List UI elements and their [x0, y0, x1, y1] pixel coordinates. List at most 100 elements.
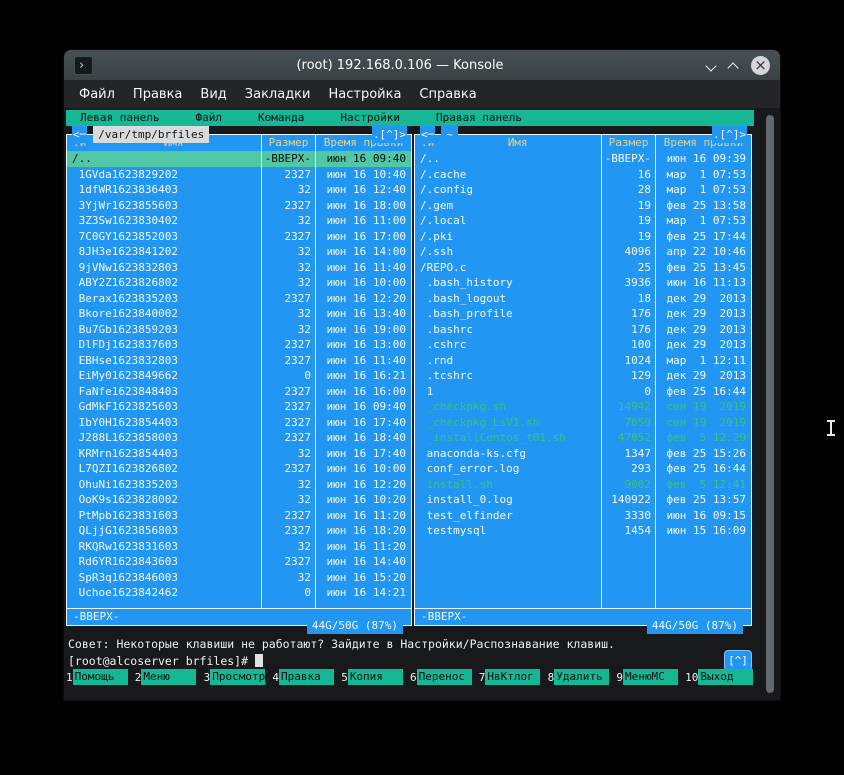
file-name: 7C0GY1623852003	[67, 229, 261, 245]
file-row[interactable]: KRMrn162385440332июн 16 17:40	[67, 446, 411, 462]
fkey-9[interactable]: 9МенюМС	[616, 668, 685, 686]
file-row[interactable]: 8JH3e162384120232июн 16 14:00	[67, 244, 411, 260]
file-row[interactable]: ABY2Z162382680232июн 16 10:00	[67, 275, 411, 291]
file-row[interactable]: anaconda-ks.cfg1347фев 25 15:26	[415, 446, 751, 462]
left-panel-path[interactable]: /var/tmp/brfiles	[93, 126, 209, 143]
file-row[interactable]: Bkore162384000232июн 16 13:40	[67, 306, 411, 322]
minimize-icon[interactable]	[707, 60, 717, 70]
file-mtime: июн 16 09:15	[655, 508, 751, 524]
file-row[interactable]: OoK9s162382800232июн 16 10:20	[67, 492, 411, 508]
file-row[interactable]: .bash_profile176дек 29 2013	[415, 306, 751, 322]
panel-corner-icon[interactable]: .[^]>	[712, 126, 747, 143]
file-row[interactable]: /.pki19фев 25 17:44	[415, 229, 751, 245]
file-row[interactable]: 7C0GY16238520032327июн 16 17:00	[67, 229, 411, 245]
mouse-cursor-ibeam	[826, 420, 835, 438]
mc-menubar: Левая панель Файл Команда Настройки Правая п…	[66, 110, 754, 126]
file-row[interactable]: .tcshrc129дек 29 2013	[415, 368, 751, 384]
file-row[interactable]: /REPO.c25фев 25 13:45	[415, 260, 751, 276]
file-row[interactable]: IbY0H16238544032327июн 16 17:40	[67, 415, 411, 431]
file-name: QLjjG1623856803	[67, 523, 261, 539]
file-row[interactable]: /..-ВВЕРХ-июн 16 09:40	[67, 151, 411, 167]
fkey-4[interactable]: 4Правка	[272, 668, 341, 686]
file-row[interactable]: FaNfe16238484032327июн 16 16:00	[67, 384, 411, 400]
file-row[interactable]: EBHse16238328032327июн 16 11:40	[67, 353, 411, 369]
file-size: 140922	[601, 492, 655, 508]
file-row[interactable]: .cshrc100дек 29 2013	[415, 337, 751, 353]
file-row[interactable]: testmysql1454июн 15 16:09	[415, 523, 751, 539]
file-row[interactable]: Uchoe16238424620июн 16 14:21	[67, 585, 411, 601]
file-name: IbY0H1623854403	[67, 415, 261, 431]
file-row[interactable]: /.cache16мар 1 07:53	[415, 167, 751, 183]
file-mtime: июн 16 10:20	[315, 492, 411, 508]
file-row[interactable]: 1GVda16238292022327июн 16 10:40	[67, 167, 411, 183]
file-row[interactable]: 9jVNw162383280332июн 16 11:40	[67, 260, 411, 276]
file-row[interactable]: Bu7Gb162385920332июн 16 19:00	[67, 322, 411, 338]
file-row[interactable]: conf_error.log293фев 25 16:44	[415, 461, 751, 477]
history-left-icon[interactable]: <─	[420, 126, 435, 143]
file-row[interactable]: .bash_history3936июн 16 11:13	[415, 275, 751, 291]
mc-menu-item[interactable]: Команда	[258, 110, 304, 126]
file-size: 2327	[261, 353, 315, 369]
file-row[interactable]: _checkpkg_LsV1.sh7059сен 19 2019	[415, 415, 751, 431]
file-row[interactable]: J288L16238580032327июн 16 18:40	[67, 430, 411, 446]
file-row[interactable]: _installCentos_t01.sh47052фев 5 12:29	[415, 430, 751, 446]
file-row[interactable]: .bashrc176дек 29 2013	[415, 322, 751, 338]
file-row[interactable]: Berax16238352032327июн 16 12:20	[67, 291, 411, 307]
file-row[interactable]: /..-ВВЕРХ-июн 16 09:39	[415, 151, 751, 167]
file-row[interactable]: PtMpb16238316032327июн 16 11:20	[67, 508, 411, 524]
menu-item[interactable]: Закладки	[236, 87, 320, 102]
title-bar[interactable]: (root) 192.168.0.106 — Konsole	[64, 50, 780, 80]
file-row[interactable]: install.sh9002фев 5 12:41	[415, 477, 751, 493]
file-mtime: дек 29 2013	[655, 322, 751, 338]
file-row[interactable]: GdMkF16238256032327июн 16 09:40	[67, 399, 411, 415]
mc-menu-item[interactable]: Левая панель	[80, 110, 159, 126]
file-row[interactable]: QLjjG16238568032327июн 16 18:20	[67, 523, 411, 539]
file-row[interactable]: EiMy016238496620июн 16 16:21	[67, 368, 411, 384]
file-row[interactable]: /.config28мар 1 07:53	[415, 182, 751, 198]
file-row[interactable]: install_0.log140922фев 25 13:57	[415, 492, 751, 508]
file-row[interactable]: test_elfinder3330июн 16 09:15	[415, 508, 751, 524]
history-left-icon[interactable]: <─	[72, 126, 87, 143]
fkey-number: 10	[685, 671, 698, 684]
menu-item[interactable]: Настройка	[319, 87, 410, 102]
fkey-10[interactable]: 10Выход	[685, 668, 754, 686]
file-size: 18	[601, 291, 655, 307]
file-row[interactable]: OhuNi162383520332июн 16 12:20	[67, 477, 411, 493]
menu-item[interactable]: Справка	[410, 87, 485, 102]
scrollbar-thumb[interactable]	[766, 115, 774, 693]
menu-item[interactable]: Вид	[191, 87, 235, 102]
fkey-7[interactable]: 7НвКтлог	[479, 668, 548, 686]
file-row[interactable]: /.local19мар 1 07:53	[415, 213, 751, 229]
file-row[interactable]: 10фев 25 16:44	[415, 384, 751, 400]
file-row[interactable]: DlFDj16238376032327июн 16 13:00	[67, 337, 411, 353]
file-row[interactable]: 1dfWR162383640332июн 16 12:40	[67, 182, 411, 198]
maximize-icon[interactable]	[729, 60, 739, 70]
file-row[interactable]: RKQRw162383160332июн 16 11:20	[67, 539, 411, 555]
mc-menu-item[interactable]: Файл	[195, 110, 222, 126]
fkey-5[interactable]: 5Копия	[341, 668, 410, 686]
file-row[interactable]: Rd6YR16238436032327июн 16 14:40	[67, 554, 411, 570]
menu-item[interactable]: Правка	[124, 87, 191, 102]
mc-menu-item[interactable]: Настройки	[340, 110, 400, 126]
fkey-8[interactable]: 8Удалить	[548, 668, 617, 686]
file-row[interactable]: /.gem19фев 25 13:58	[415, 198, 751, 214]
file-row[interactable]: _checkpkg.sh14942сен 19 2019	[415, 399, 751, 415]
file-row[interactable]: 3Z3Sw162383040232июн 16 11:00	[67, 213, 411, 229]
fkey-6[interactable]: 6Перенос	[410, 668, 479, 686]
fkey-3[interactable]: 3Просмотр	[204, 668, 273, 686]
file-row[interactable]: 3YjWr16238556032327июн 16 18:00	[67, 198, 411, 214]
fkey-1[interactable]: 1Помощь	[66, 668, 135, 686]
close-icon[interactable]	[751, 56, 770, 75]
file-row[interactable]: .bash_logout18дек 29 2013	[415, 291, 751, 307]
file-size: 32	[261, 492, 315, 508]
menu-item[interactable]: Файл	[70, 87, 124, 102]
file-row[interactable]: SpR3q162384600332июн 16 15:20	[67, 570, 411, 586]
right-panel-path[interactable]: ~	[441, 126, 458, 143]
file-row[interactable]: L7QZI16238268022327июн 16 10:00	[67, 461, 411, 477]
mc-menu-item[interactable]: Правая панель	[436, 110, 522, 126]
panel-corner-icon[interactable]: .[^]>	[372, 126, 407, 143]
file-row[interactable]: .rnd1024мар 1 12:11	[415, 353, 751, 369]
file-row[interactable]: /.ssh4096апр 22 10:46	[415, 244, 751, 260]
fkey-2[interactable]: 2Меню	[135, 668, 204, 686]
terminal-view[interactable]: Левая панель Файл Команда Настройки Правая п…	[64, 108, 780, 700]
